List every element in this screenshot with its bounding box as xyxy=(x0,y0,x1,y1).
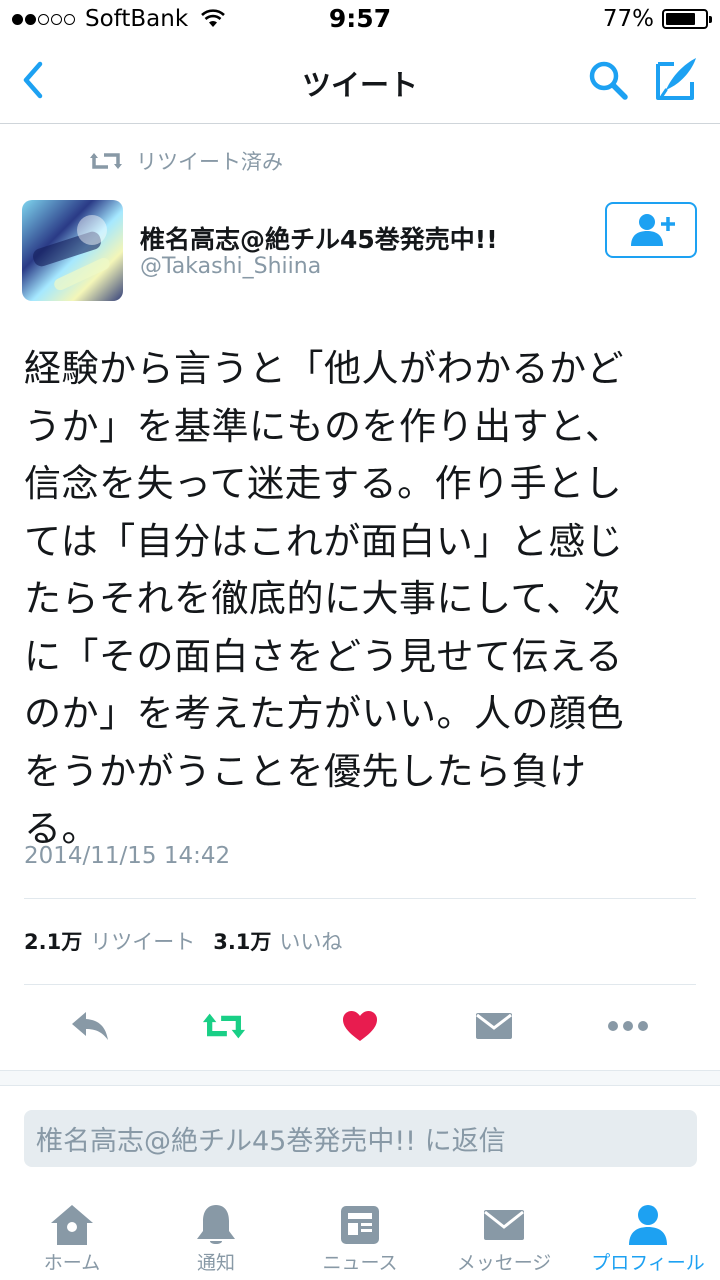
divider xyxy=(24,984,696,985)
tweet-text-line: うか」を基準にものを作り出すと、 xyxy=(24,404,623,448)
retweeted-indicator: リツイート済み xyxy=(90,146,283,176)
like-button[interactable] xyxy=(338,1004,382,1048)
author-handle[interactable]: @Takashi_Shiina xyxy=(140,254,321,279)
envelope-icon xyxy=(476,1013,512,1039)
message-button[interactable] xyxy=(472,1004,516,1048)
tab-profile-label: プロフィール xyxy=(591,1252,705,1274)
reply-input[interactable]: 椎名高志@絶チル45巻発売中!! に返信 xyxy=(24,1110,697,1167)
search-button[interactable] xyxy=(584,56,632,104)
search-icon xyxy=(589,61,628,100)
retweet-button[interactable] xyxy=(202,1004,246,1048)
compose-button[interactable] xyxy=(652,54,702,104)
like-count[interactable]: 3.1万 xyxy=(213,926,271,956)
tab-home[interactable]: ホーム xyxy=(0,1188,144,1280)
tab-messages-label: メッセージ xyxy=(456,1252,552,1274)
like-count-label[interactable]: いいね xyxy=(279,926,342,956)
heart-icon xyxy=(343,1011,377,1041)
tweet-text-line: のか」を考えた方がいい。人の顔色 xyxy=(24,692,624,735)
status-bar-right: 77% xyxy=(602,6,712,32)
tweet-timestamp: 2014/11/15 14:42 xyxy=(24,843,231,869)
tweet-text-line: たらそれを徹底的に大事にして、次 xyxy=(24,577,622,620)
battery-icon xyxy=(662,9,712,29)
battery-percent: 77% xyxy=(602,6,654,32)
tab-news[interactable]: ニュース xyxy=(288,1188,432,1280)
tweet-stats: 2.1万 リツイート 3.1万 いいね xyxy=(24,926,360,956)
retweet-count-label[interactable]: リツイート xyxy=(90,926,195,956)
tweet-text: 経験から言うと「他人がわかるかど うか」を基準にものを作り出すと、 信念を失って… xyxy=(24,340,704,858)
retweeted-label: リツイート済み xyxy=(136,150,283,174)
bell-icon xyxy=(197,1205,235,1244)
tweet-text-line: 経験から言うと「他人がわかるかど xyxy=(24,347,624,390)
add-user-icon xyxy=(631,214,675,246)
navigation-bar: ツイート xyxy=(0,40,720,124)
tab-notifications[interactable]: 通知 xyxy=(144,1188,288,1280)
tab-messages[interactable]: メッセージ xyxy=(432,1188,576,1280)
tweet-text-line: 信念を失って迷走する。作り手とし xyxy=(24,462,623,505)
follow-button[interactable] xyxy=(605,202,697,258)
status-bar: SoftBank 9:57 77% xyxy=(0,0,720,40)
profile-icon xyxy=(629,1205,667,1245)
divider xyxy=(24,898,696,899)
tab-home-label: ホーム xyxy=(43,1252,101,1274)
reply-icon xyxy=(72,1012,108,1040)
retweet-icon xyxy=(90,153,122,169)
retweet-icon xyxy=(202,1013,246,1039)
reply-button[interactable] xyxy=(68,1004,112,1048)
tab-profile[interactable]: プロフィール xyxy=(576,1188,720,1280)
author-display-name[interactable]: 椎名高志@絶チル45巻発売中!! xyxy=(140,220,498,256)
envelope-icon xyxy=(484,1210,524,1240)
tweet-text-line: ては「自分はこれが面白い」と感じ xyxy=(24,519,624,563)
tab-bar: ホーム 通知 ニュース メッセージ プロフィール xyxy=(0,1188,720,1280)
news-icon xyxy=(341,1206,379,1244)
compose-icon xyxy=(656,58,696,100)
tab-news-label: ニュース xyxy=(322,1252,398,1274)
avatar[interactable] xyxy=(22,200,123,301)
tweet-text-line: をうかがうことを優先したら負け xyxy=(24,749,587,793)
retweet-count[interactable]: 2.1万 xyxy=(24,926,82,956)
more-button[interactable] xyxy=(606,1004,650,1048)
section-separator xyxy=(0,1070,720,1086)
more-icon xyxy=(608,1021,648,1031)
home-icon xyxy=(51,1205,93,1245)
tab-notifications-label: 通知 xyxy=(196,1252,235,1274)
tweet-text-line: に「その面白さをどう見せて伝える xyxy=(24,634,623,678)
